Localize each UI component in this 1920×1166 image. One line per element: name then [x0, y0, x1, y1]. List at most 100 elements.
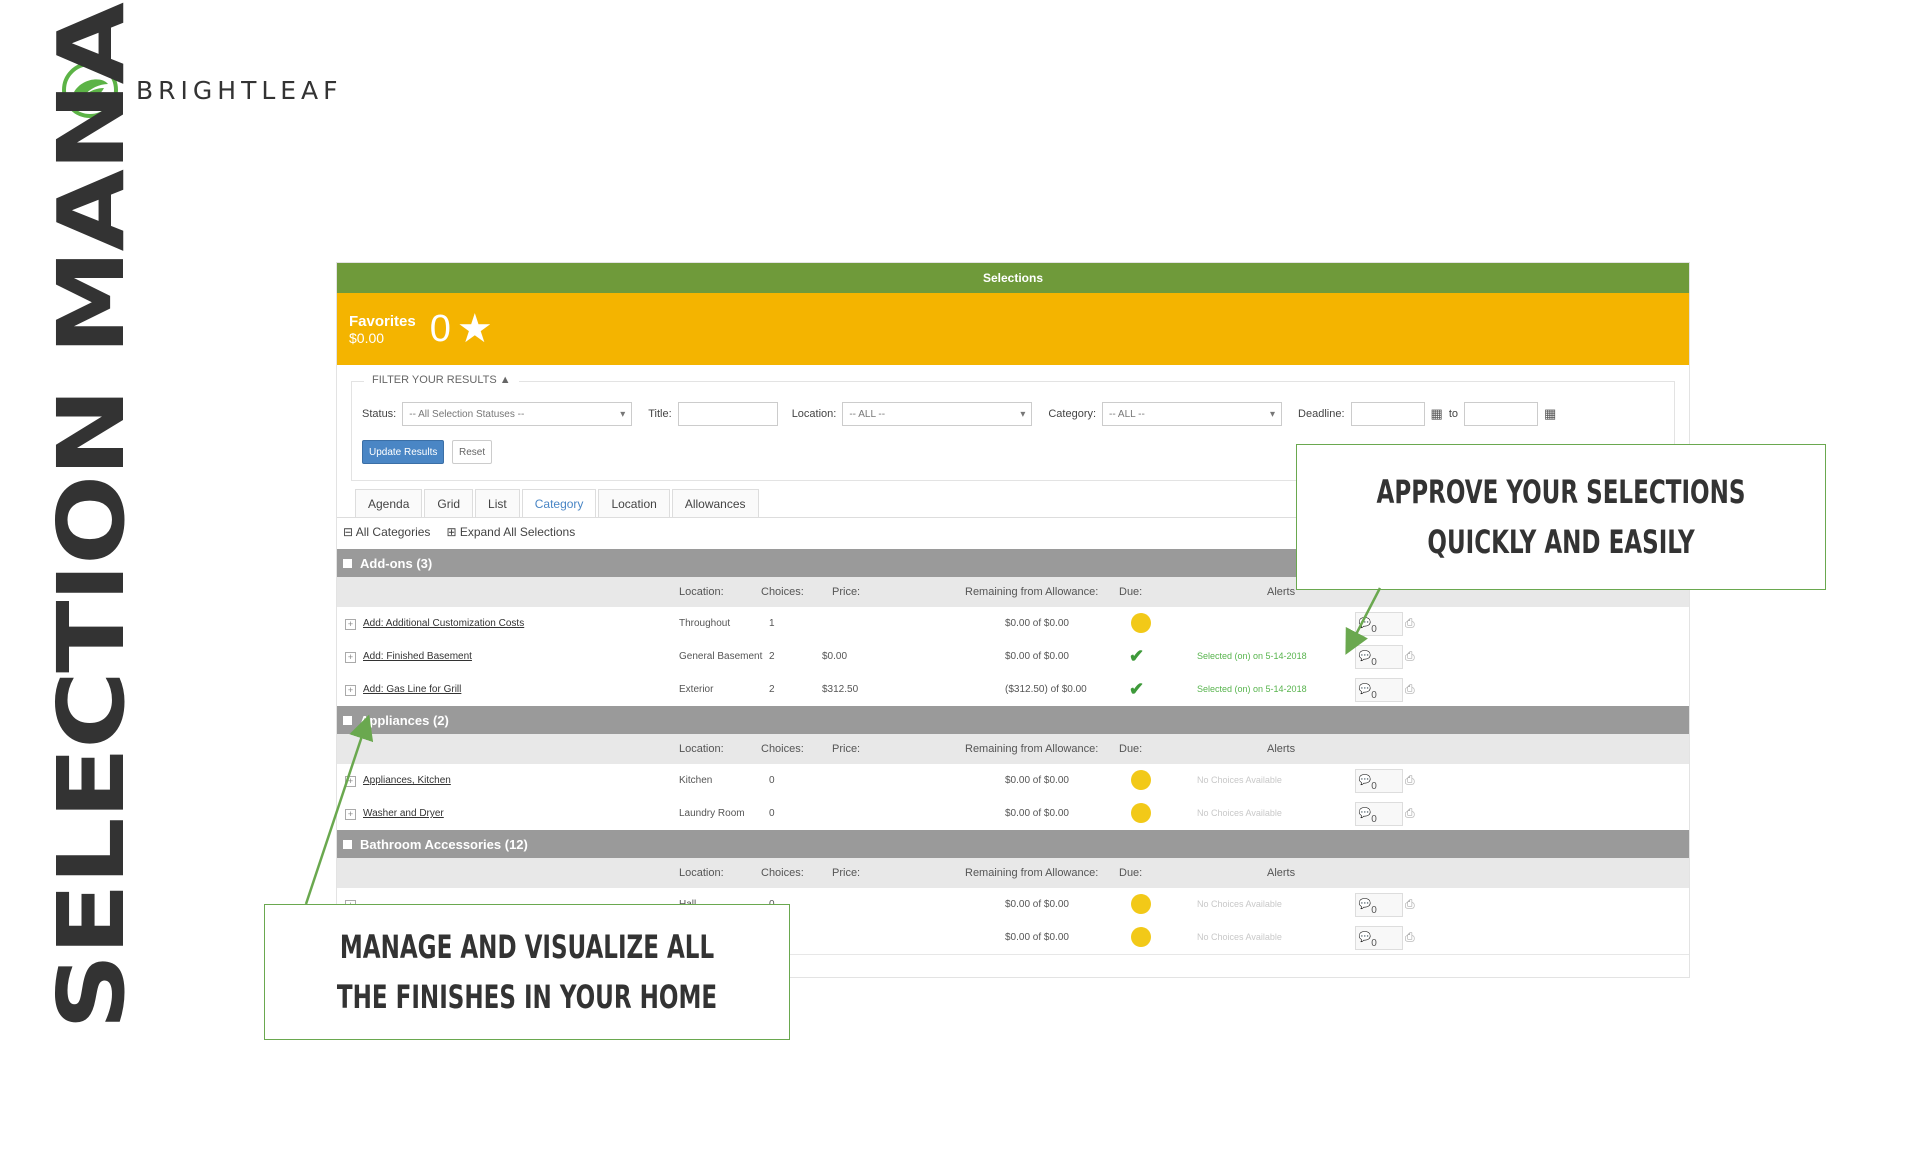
favorites-count: 0 [429, 307, 451, 350]
deadline-to-input[interactable] [1464, 402, 1539, 426]
pending-clock-icon [1131, 894, 1151, 914]
expand-row-icon[interactable]: + [345, 652, 356, 663]
all-categories-toggle[interactable]: ⊟ All Categories [343, 525, 430, 539]
tab-list[interactable]: List [475, 489, 520, 518]
selections-app: Selections Favorites $0.00 0 ★ FILTER YO… [336, 262, 1690, 978]
row-remaining: $0.00 of $0.00 [1005, 618, 1069, 629]
category-controls: ⊟ All Categories ⊞ Expand All Selections [343, 525, 575, 539]
dropdown-arrow-icon: ▾ [620, 408, 626, 420]
reset-button[interactable]: Reset [452, 440, 493, 464]
row-location: Kitchen [679, 775, 713, 786]
pending-clock-icon [1131, 803, 1151, 823]
comments-button[interactable]: 💬 0 [1355, 612, 1403, 636]
printer-icon[interactable]: ⎙ [1405, 797, 1415, 830]
row-remaining: $0.00 of $0.00 [1005, 651, 1069, 662]
column-price: Price: [832, 743, 861, 755]
row-alert: Selected (on) on 5-14-2018 [1197, 651, 1307, 661]
group-header[interactable]: Appliances (2) [337, 706, 1689, 734]
location-select[interactable]: -- ALL -- ▾ [842, 402, 1033, 426]
column-choices: Choices: [761, 586, 804, 598]
favorites-amount: $0.00 [349, 329, 385, 346]
pending-clock-icon [1131, 613, 1151, 633]
status-select[interactable]: -- All Selection Statuses -- ▾ [402, 402, 633, 426]
star-icon[interactable]: ★ [457, 306, 493, 352]
selection-name-link[interactable]: Appliances, Kitchen [363, 764, 451, 797]
table-row[interactable]: + Add: Finished Basement General Basement 2… [337, 640, 1689, 674]
collapse-icon[interactable] [343, 715, 352, 725]
page-heading: SELECTION MANAGEMENT [37, 0, 145, 1030]
comments-button[interactable]: 💬 0 [1355, 926, 1403, 950]
tab-location[interactable]: Location [598, 489, 670, 518]
printer-icon[interactable]: ⎙ [1405, 888, 1415, 921]
column-due: Due: [1119, 743, 1143, 755]
tab-category[interactable]: Category [521, 489, 597, 518]
row-alert: Selected (on) on 5-14-2018 [1197, 684, 1307, 694]
comments-button[interactable]: 💬 0 [1355, 769, 1403, 793]
column-due: Due: [1119, 867, 1143, 879]
app-header: Selections [337, 263, 1689, 293]
column-remaining: Remaining from Allowance: [965, 586, 1099, 598]
tab-grid[interactable]: Grid [424, 489, 474, 518]
collapse-icon[interactable] [343, 839, 352, 849]
expand-row-icon[interactable]: + [345, 619, 356, 630]
update-results-button[interactable]: Update Results [362, 440, 445, 464]
comments-button[interactable]: 💬 0 [1355, 678, 1403, 702]
comments-button[interactable]: 💬 0 [1355, 645, 1403, 669]
table-row[interactable]: + Add: Gas Line for Grill Exterior 2 $312.50… [337, 673, 1689, 707]
row-choices: 1 [769, 618, 775, 629]
printer-icon[interactable]: ⎙ [1405, 640, 1415, 673]
printer-icon[interactable]: ⎙ [1405, 607, 1415, 640]
printer-icon[interactable]: ⎙ [1405, 921, 1415, 954]
column-header-row: Location: Choices: Price: Remaining from Al… [337, 734, 1689, 764]
row-alert: No Choices Available [1197, 932, 1282, 942]
row-remaining: $0.00 of $0.00 [1005, 932, 1069, 943]
column-choices: Choices: [761, 743, 804, 755]
column-choices: Choices: [761, 867, 804, 879]
calendar-icon[interactable]: ▦ [1431, 406, 1443, 422]
category-select[interactable]: -- ALL -- ▾ [1102, 402, 1283, 426]
row-price: $312.50 [822, 684, 859, 695]
approved-check-icon: ✔ [1129, 679, 1145, 699]
title-label: Title: [648, 408, 672, 420]
approved-check-icon: ✔ [1129, 646, 1145, 666]
column-alerts: Alerts [1267, 867, 1296, 879]
row-location: Throughout [679, 618, 731, 629]
row-choices: 0 [769, 808, 775, 819]
dropdown-arrow-icon: ▾ [1270, 408, 1276, 420]
collapse-icon[interactable] [343, 558, 352, 568]
favorites-bar: Favorites $0.00 0 ★ [337, 293, 1689, 365]
tab-agenda[interactable]: Agenda [355, 489, 423, 518]
row-location: General Basement [679, 651, 763, 662]
table-row[interactable]: + Add: Additional Customization Costs Thro… [337, 607, 1689, 641]
column-remaining: Remaining from Allowance: [965, 743, 1099, 755]
expand-row-icon[interactable]: + [345, 776, 356, 787]
row-alert: No Choices Available [1197, 808, 1282, 818]
table-row[interactable]: + Appliances, Kitchen Kitchen 0 $0.00 of $0.… [337, 764, 1689, 798]
selection-name-link[interactable]: Add: Finished Basement [363, 640, 472, 673]
expand-row-icon[interactable]: + [345, 685, 356, 696]
calendar-icon[interactable]: ▦ [1544, 406, 1556, 422]
title-input[interactable] [677, 402, 778, 426]
column-location: Location: [679, 586, 724, 598]
row-alert: No Choices Available [1197, 775, 1282, 785]
expand-all-toggle[interactable]: ⊞ Expand All Selections [446, 525, 575, 539]
group-header[interactable]: Bathroom Accessories (12) [337, 830, 1689, 858]
view-tabs: Agenda Grid List Category Location Allow… [355, 489, 761, 518]
column-alerts: Alerts [1267, 743, 1296, 755]
selection-name-link[interactable]: Washer and Dryer [363, 797, 444, 830]
table-row[interactable]: + Washer and Dryer Laundry Room 0 $0.00 of $… [337, 797, 1689, 831]
expand-row-icon[interactable]: + [345, 809, 356, 820]
tab-allowances[interactable]: Allowances [671, 489, 759, 518]
pending-clock-icon [1131, 770, 1151, 790]
deadline-from-input[interactable] [1350, 402, 1425, 426]
selection-name-link[interactable]: Add: Additional Customization Costs [363, 607, 524, 640]
column-price: Price: [832, 586, 861, 598]
comments-button[interactable]: 💬 0 [1355, 802, 1403, 826]
printer-icon[interactable]: ⎙ [1405, 673, 1415, 706]
row-alert: No Choices Available [1197, 899, 1282, 909]
printer-icon[interactable]: ⎙ [1405, 764, 1415, 797]
filter-toggle[interactable]: FILTER YOUR RESULTS ▲ [364, 374, 519, 386]
selection-name-link[interactable]: Add: Gas Line for Grill [363, 673, 461, 706]
comments-button[interactable]: 💬 0 [1355, 893, 1403, 917]
column-header-row: Location: Choices: Price: Remaining from Al… [337, 858, 1689, 888]
